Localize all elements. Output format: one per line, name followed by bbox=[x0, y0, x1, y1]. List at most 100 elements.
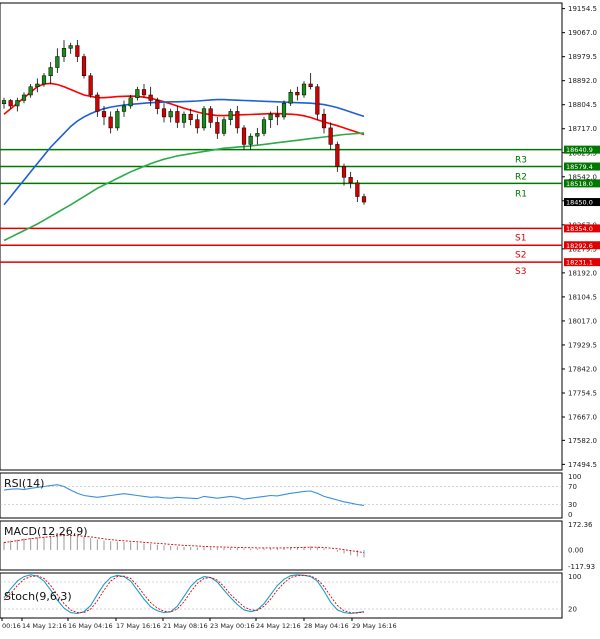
price-tick-label: 18979.5 bbox=[568, 53, 597, 61]
candle-body bbox=[8, 100, 13, 107]
candle-body bbox=[155, 100, 160, 109]
price-tick-label: 18104.5 bbox=[568, 293, 597, 301]
level-value-text: 18518.0 bbox=[566, 180, 593, 188]
candle-body bbox=[1, 100, 7, 105]
level-value-text: 18579.4 bbox=[566, 163, 593, 171]
price-tick-label: 18804.5 bbox=[568, 101, 597, 109]
candle-body bbox=[348, 177, 353, 184]
level-value-text: 18354.0 bbox=[566, 225, 593, 233]
candle-body bbox=[335, 144, 340, 167]
level-label-r3: R3 bbox=[515, 156, 527, 166]
macd-name: MACD(12,26,9) bbox=[4, 525, 88, 538]
level-label-r2: R2 bbox=[515, 173, 527, 183]
candle-body bbox=[168, 111, 173, 118]
candle-body bbox=[175, 111, 180, 123]
macd-tick-label: 0.00 bbox=[568, 547, 584, 555]
candle-body bbox=[188, 113, 193, 120]
candle-body bbox=[288, 91, 293, 104]
stoch-tick-label: 20 bbox=[568, 606, 577, 614]
price-tick-label: 18192.0 bbox=[568, 269, 597, 277]
candle-body bbox=[81, 56, 87, 77]
time-tick-label: 17 May 16:16 bbox=[116, 622, 161, 630]
candle-body bbox=[181, 113, 187, 123]
candle-body bbox=[355, 182, 360, 197]
price-tick-label: 17494.5 bbox=[568, 461, 597, 469]
candle-body bbox=[88, 75, 93, 96]
macd-tick-label: -117.93 bbox=[568, 563, 595, 571]
time-tick-label: 16 May 04:16 bbox=[68, 622, 113, 630]
candle-body bbox=[321, 113, 327, 129]
current-price-text: 18450.0 bbox=[566, 199, 593, 207]
candle-body bbox=[135, 89, 140, 98]
candle-body bbox=[301, 83, 307, 96]
candle-body bbox=[75, 45, 80, 57]
candle-body bbox=[261, 119, 267, 134]
price-tick-label: 18017.0 bbox=[568, 317, 597, 325]
price-tick-label: 19154.5 bbox=[568, 5, 597, 13]
stoch-tick-label: 100 bbox=[568, 573, 581, 581]
candle-body bbox=[208, 108, 213, 123]
candle-body bbox=[328, 127, 333, 145]
candle-body bbox=[295, 91, 300, 96]
price-tick-label: 17667.0 bbox=[568, 414, 597, 422]
rsi-tick-label: 100 bbox=[568, 473, 581, 481]
candle-body bbox=[221, 119, 227, 134]
candle-body bbox=[241, 127, 247, 145]
candle-body bbox=[115, 111, 120, 129]
time-tick-label: 00:16 bbox=[2, 622, 21, 630]
candle-body bbox=[28, 86, 33, 96]
candle-body bbox=[48, 67, 53, 77]
candle-body bbox=[275, 113, 280, 118]
candle-body bbox=[268, 113, 273, 120]
candle-body bbox=[315, 86, 320, 115]
price-tick-label: 17582.0 bbox=[568, 437, 597, 445]
candle-body bbox=[255, 133, 260, 137]
chart-svg: 19154.5 19067.0 18979.5 18892.0 18804.5 18717… bbox=[0, 2, 600, 630]
candle-body bbox=[55, 56, 60, 68]
candle-body bbox=[68, 45, 73, 49]
level-label-r1: R1 bbox=[515, 189, 527, 199]
rsi-tick-label: 0 bbox=[568, 511, 572, 519]
rsi-tick-label: 70 bbox=[568, 483, 577, 491]
level-value-text: 18292.6 bbox=[566, 242, 593, 250]
level-value-text: 18231.1 bbox=[566, 259, 593, 267]
candle-body bbox=[141, 89, 147, 96]
candle-body bbox=[281, 102, 287, 118]
price-tick-label: 18717.0 bbox=[568, 125, 597, 133]
candle-body bbox=[128, 97, 133, 107]
time-tick-label: 29 May 16:16 bbox=[352, 622, 397, 630]
price-tick-label: 18892.0 bbox=[568, 77, 597, 85]
candle-body bbox=[148, 94, 153, 101]
time-tick-label: 21 May 08:16 bbox=[163, 622, 208, 630]
level-label-s2: S2 bbox=[515, 250, 526, 260]
candle-body bbox=[108, 116, 113, 129]
rsi-name: RSI(14) bbox=[4, 477, 44, 490]
candle-body bbox=[61, 48, 67, 57]
price-tick-label: 17929.5 bbox=[568, 341, 597, 349]
candle-body bbox=[341, 166, 347, 178]
macd-tick-label: 172.36 bbox=[568, 521, 593, 529]
level-label-s1: S1 bbox=[515, 233, 526, 243]
candle-body bbox=[161, 108, 167, 118]
stoch-name: Stoch(9,6,3) bbox=[4, 590, 72, 603]
time-tick-label: 28 May 04:16 bbox=[304, 622, 349, 630]
candle-body bbox=[235, 111, 240, 129]
candle-body bbox=[35, 83, 40, 87]
chart-root: 19154.5 19067.0 18979.5 18892.0 18804.5 18717… bbox=[0, 0, 600, 635]
candle-body bbox=[15, 100, 20, 107]
candle-body bbox=[95, 94, 100, 112]
level-value-text: 18640.9 bbox=[566, 146, 593, 154]
time-tick-label: 14 May 12:16 bbox=[22, 622, 67, 630]
candle-body bbox=[121, 105, 127, 112]
price-tick-label: 17754.5 bbox=[568, 389, 597, 397]
price-tick-label: 19067.0 bbox=[568, 29, 597, 37]
candle-body bbox=[228, 111, 233, 120]
candle-body bbox=[101, 111, 107, 118]
candle-body bbox=[361, 196, 367, 203]
candle-body bbox=[308, 83, 313, 87]
level-label-s3: S3 bbox=[515, 267, 526, 277]
candle-body bbox=[215, 122, 220, 134]
candle-body bbox=[201, 108, 207, 129]
time-tick-label: 23 May 00:16 bbox=[210, 622, 255, 630]
time-tick-label: 24 May 12:16 bbox=[256, 622, 301, 630]
